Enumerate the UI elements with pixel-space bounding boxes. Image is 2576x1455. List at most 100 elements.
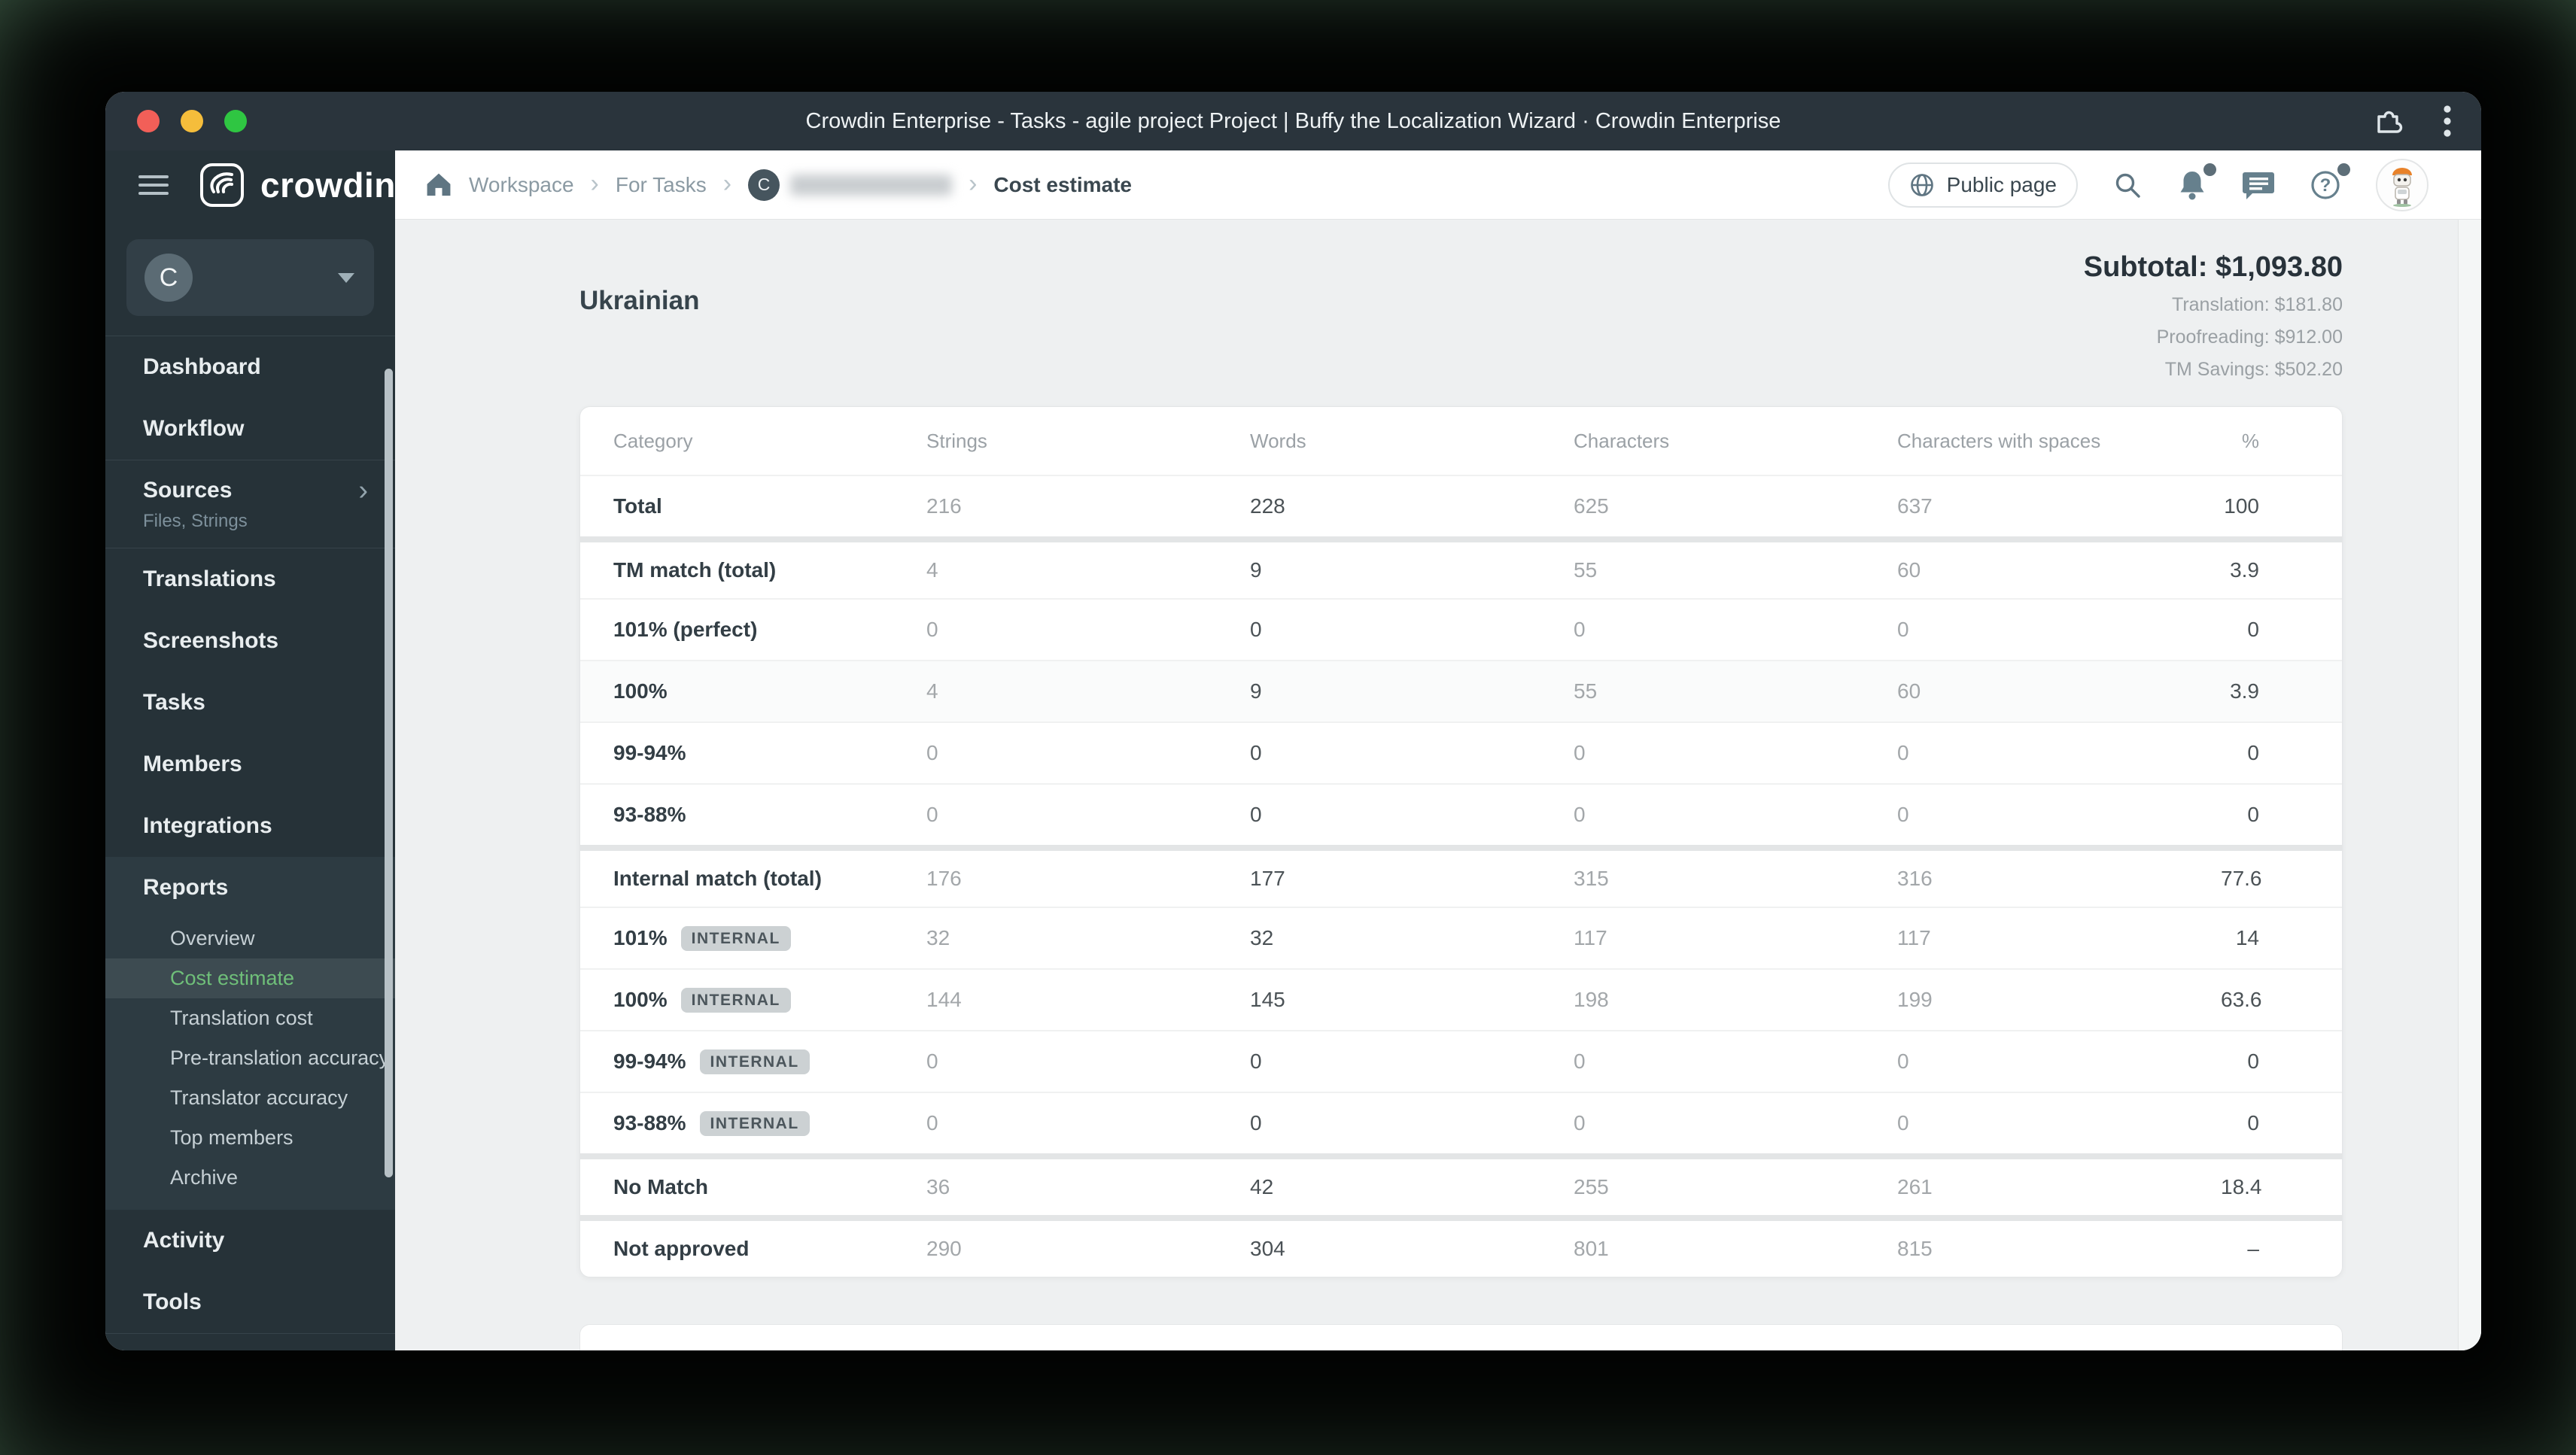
sidebar-item-dashboard[interactable]: Dashboard: [105, 336, 395, 398]
sidebar-subitem-pre-translation-accuracy[interactable]: Pre-translation accuracy: [105, 1038, 395, 1078]
search-icon[interactable]: [2112, 170, 2143, 200]
sidebar-subitem-top-members[interactable]: Top members: [105, 1118, 395, 1158]
home-icon[interactable]: [425, 172, 452, 198]
row-category: 100%: [613, 679, 668, 703]
kebab-menu-icon[interactable]: [2444, 105, 2451, 138]
breadcrumb-project[interactable]: C: [748, 169, 953, 201]
row-value: 0: [2247, 741, 2259, 764]
sidebar-subitem-cost-estimate[interactable]: Cost estimate: [105, 958, 395, 998]
sidebar-subitem-overview[interactable]: Overview: [105, 919, 395, 958]
row-category: 101% (perfect): [613, 618, 758, 641]
page-scrollbar-track[interactable]: [2458, 220, 2481, 1350]
breadcrumb-for-tasks[interactable]: For Tasks: [616, 173, 707, 197]
row-value: –: [2247, 1237, 2259, 1260]
sidebar-item-members[interactable]: Members: [105, 734, 395, 795]
next-table-right-headers: Not approved Not translated TM Match No Mat…: [1523, 1347, 2292, 1351]
traffic-lights: [137, 110, 247, 132]
row-value: 0: [1897, 618, 1909, 641]
sidebar-item-tasks[interactable]: Tasks: [105, 672, 395, 734]
public-page-button[interactable]: Public page: [1887, 162, 2078, 208]
row-value: 290: [926, 1237, 962, 1260]
sidebar-item-workflow[interactable]: Workflow: [105, 398, 395, 460]
close-window-button[interactable]: [137, 110, 160, 132]
row-value: 0: [926, 1111, 938, 1135]
tm-savings: TM Savings: $502.20: [2164, 359, 2343, 380]
row-value: 0: [1250, 618, 1262, 641]
sidebar-item-integrations[interactable]: Integrations: [105, 795, 395, 857]
sidebar-item-settings[interactable]: Settings›: [105, 1334, 395, 1350]
next-table-col-header[interactable]: Not approved: [1523, 1347, 1641, 1351]
sidebar-subitem-translator-accuracy[interactable]: Translator accuracy: [105, 1078, 395, 1118]
row-value: 198: [1574, 988, 1609, 1011]
user-avatar[interactable]: [2376, 158, 2428, 211]
hamburger-menu-icon[interactable]: [138, 170, 169, 200]
row-value: 0: [926, 803, 938, 826]
minimize-window-button[interactable]: [181, 110, 203, 132]
crowdin-logo[interactable]: crowdin: [199, 162, 395, 208]
row-value: 36: [926, 1175, 950, 1198]
col-header-words: Words: [1250, 429, 1306, 452]
extensions-icon[interactable]: [2371, 105, 2404, 138]
row-value: 4: [926, 558, 938, 582]
next-table-col-header[interactable]: TM Match: [1880, 1347, 1967, 1351]
sources-subtitle: Files, Strings: [143, 511, 248, 531]
window-titlebar: Crowdin Enterprise - Tasks - agile proje…: [105, 92, 2481, 150]
chevron-right-icon: ›: [590, 169, 599, 198]
notification-dot: [2203, 163, 2216, 176]
translation-cost: Translation: $181.80: [2171, 294, 2343, 315]
next-table-col-header[interactable]: Not translated: [1700, 1347, 1822, 1351]
table-row: 101% INTERNAL 32 32 117 117 14: [580, 907, 2342, 968]
row-value: 32: [926, 926, 950, 949]
sidebar-subitem-archive[interactable]: Archive: [105, 1158, 395, 1198]
sidebar-item-translations[interactable]: Translations: [105, 548, 395, 610]
help-icon[interactable]: ?: [2310, 163, 2350, 201]
sidebar-scrollbar[interactable]: [385, 369, 393, 1177]
row-value: 255: [1574, 1175, 1609, 1198]
next-table-col-header[interactable]: No Match: [2026, 1347, 2109, 1351]
next-table-header-row: Name Not approvedNot translatedTM MatchN…: [580, 1325, 2342, 1351]
row-value: 0: [1897, 1049, 1909, 1073]
col-header-strings: Strings: [926, 429, 987, 452]
sidebar-subitem-translation-cost[interactable]: Translation cost: [105, 998, 395, 1038]
table-row: 93-88% INTERNAL 0 0 0 0 0: [580, 1092, 2342, 1153]
chevron-right-icon: ›: [358, 475, 368, 506]
sidebar-item-tools[interactable]: Tools: [105, 1271, 395, 1333]
row-value: 3.9: [2230, 679, 2259, 703]
row-value: 0: [1250, 1049, 1262, 1073]
row-value: 637: [1897, 494, 1933, 518]
row-category: Total: [613, 494, 662, 518]
crowdin-logo-text: crowdin: [260, 166, 395, 205]
row-value: 0: [2247, 1111, 2259, 1135]
zoom-window-button[interactable]: [224, 110, 247, 132]
next-table-col-header[interactable]: Internal match: [2168, 1347, 2292, 1351]
globe-icon: [1910, 173, 1933, 196]
row-value: 199: [1897, 988, 1933, 1011]
messages-icon[interactable]: [2242, 169, 2275, 201]
row-value: 0: [1574, 803, 1586, 826]
sidebar-item-activity[interactable]: Activity: [105, 1210, 395, 1271]
row-category: 100% INTERNAL: [613, 987, 926, 1013]
robot-mascot: [2392, 167, 2412, 207]
workspace-switcher[interactable]: C: [126, 239, 374, 316]
row-value: 9: [1250, 679, 1262, 703]
row-value: 0: [1574, 1111, 1586, 1135]
sidebar-item-screenshots[interactable]: Screenshots: [105, 610, 395, 672]
row-value: 316: [1897, 867, 1933, 890]
table-row: No Match 36 42 255 261 18.4: [580, 1153, 2342, 1215]
subtotal-block: Subtotal: $1,093.80 Translation: $181.80…: [579, 220, 2343, 381]
report-main: Ukrainian Subtotal: $1,093.80 Translatio…: [395, 220, 2459, 1350]
help-dot: [2337, 163, 2350, 176]
sidebar-item-reports[interactable]: Reports: [105, 857, 395, 919]
breadcrumb-workspace[interactable]: Workspace: [469, 173, 574, 197]
row-value: 261: [1897, 1175, 1933, 1198]
internal-badge: INTERNAL: [699, 1049, 810, 1074]
notifications-bell-icon[interactable]: [2177, 163, 2216, 201]
row-value: 0: [926, 741, 938, 764]
row-value: 625: [1574, 494, 1609, 518]
table-body: Total 216 228 625 637 100 TM match (total) 4 9 55…: [580, 475, 2342, 1277]
sidebar-item-sources[interactable]: Sources › Files, Strings: [105, 460, 395, 548]
col-header-name[interactable]: Name: [613, 1347, 685, 1351]
row-category: Internal match (total): [613, 867, 822, 890]
internal-badge: INTERNAL: [699, 1110, 810, 1136]
row-value: 0: [1897, 803, 1909, 826]
